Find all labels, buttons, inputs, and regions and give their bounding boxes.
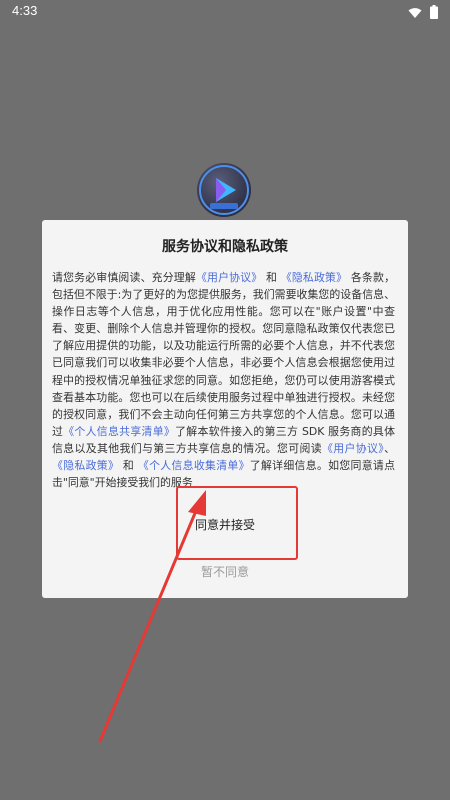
body-text-1: 请您务必审慎阅读、充分理解 [52,271,196,284]
body-text-and-1: 和 [266,271,278,284]
privacy-dialog: 服务协议和隐私政策 请您务必审慎阅读、充分理解《用户协议》 和 《隐私政策》 各… [42,220,408,598]
battery-icon [430,4,438,23]
wifi-icon [408,4,422,23]
dialog-title: 服务协议和隐私政策 [162,239,288,255]
privacy-policy-link-2[interactable]: 《隐私政策》 [52,459,119,472]
user-agreement-link[interactable]: 《用户协议》 [196,271,262,284]
app-logo [197,163,251,217]
status-bar: 4:33 [0,0,450,22]
dialog-body: 请您务必审慎阅读、充分理解《用户协议》 和 《隐私政策》 各条款，包括但不限于:… [52,269,395,491]
body-text-2: 各条款，包括但不限于:为了更好的为您提供服务，我们需要收集您的设备信息、操作日志… [52,271,395,438]
collect-list-link[interactable]: 《个人信息收集清单》 [138,459,250,472]
status-icons [408,4,438,23]
agree-button[interactable]: 同意并接受 [42,516,408,533]
user-agreement-link-2[interactable]: 《用户协议》 [322,442,384,455]
body-text-sep: 、 [384,441,395,455]
status-time: 4:33 [12,3,38,18]
video-play-logo-icon [199,165,249,215]
body-text-and-2: 和 [122,459,135,473]
privacy-policy-link[interactable]: 《隐私政策》 [281,271,347,284]
share-list-link[interactable]: 《个人信息共享清单》 [63,425,175,438]
decline-button[interactable]: 暂不同意 [42,563,408,580]
